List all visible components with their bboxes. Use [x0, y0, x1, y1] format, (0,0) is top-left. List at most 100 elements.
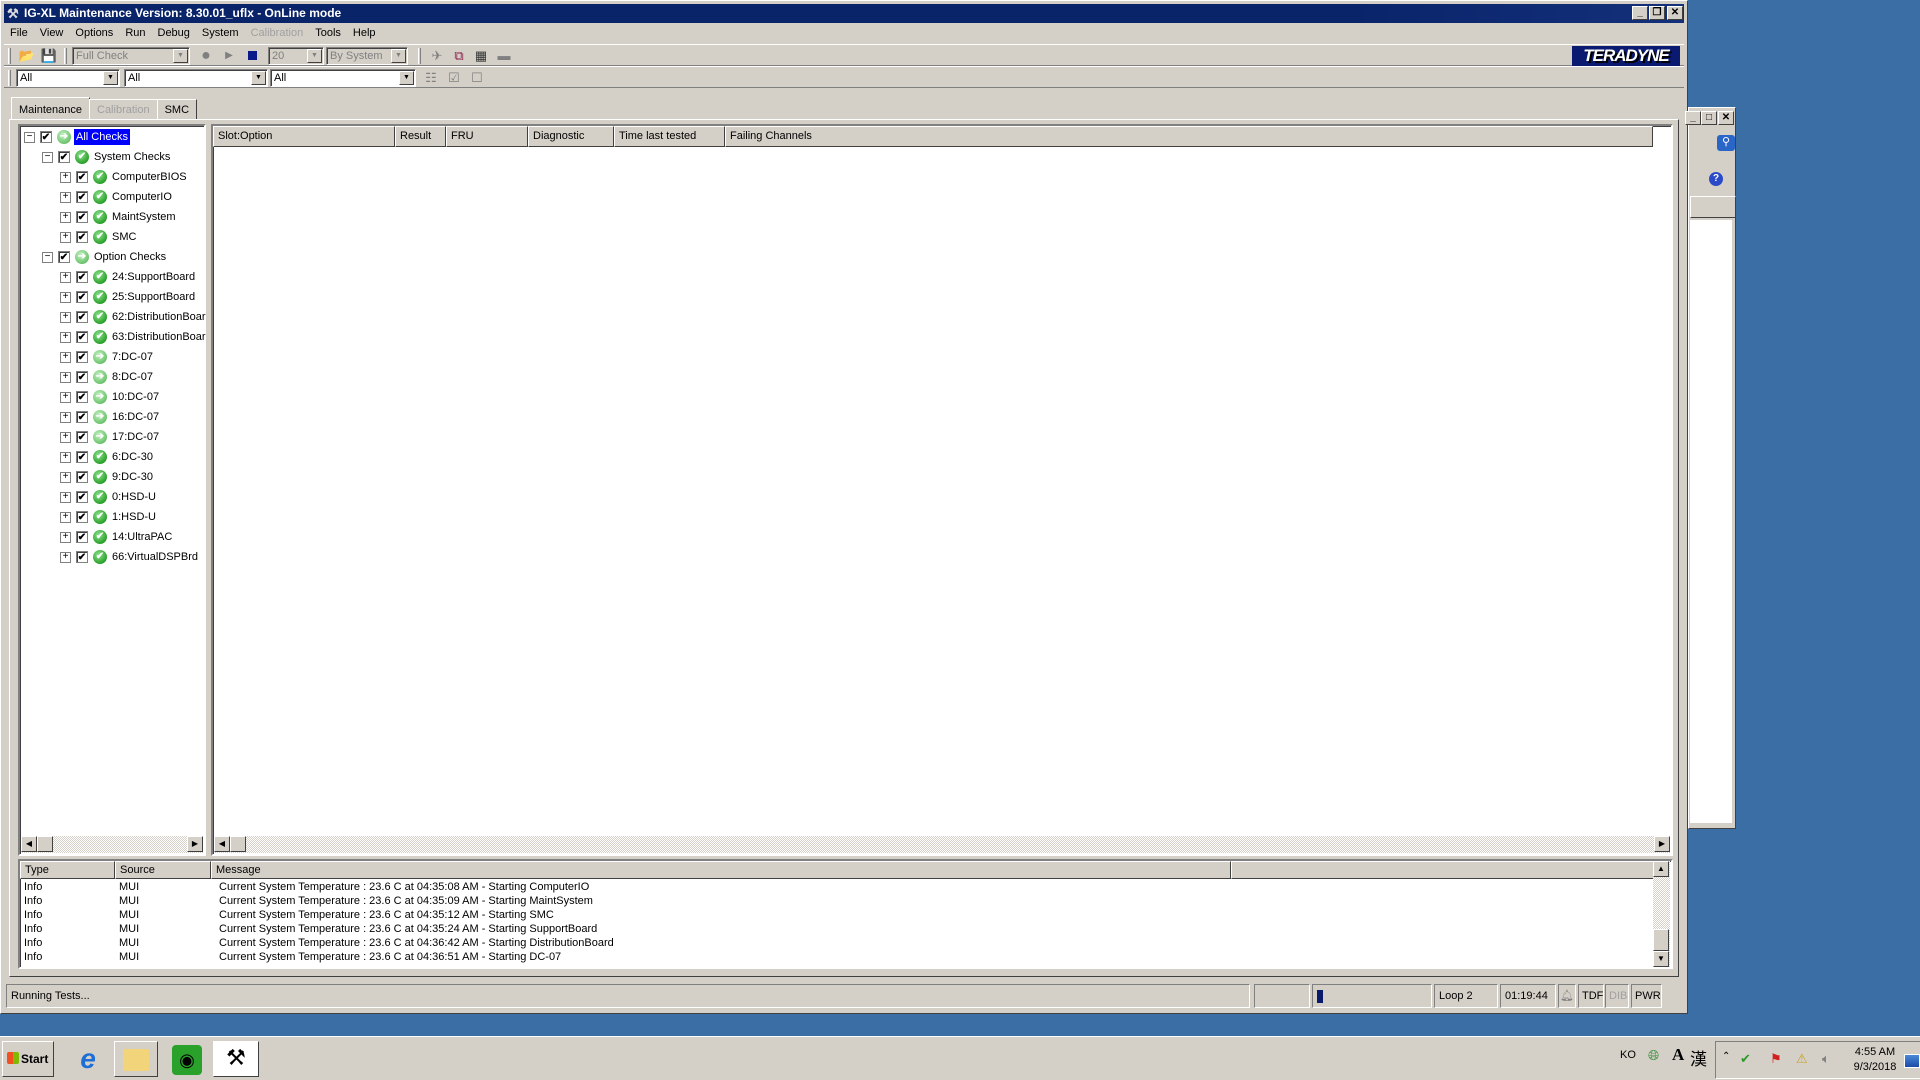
expand-icon[interactable]: +: [60, 452, 71, 463]
grid-column-header[interactable]: Failing Channels: [725, 126, 1653, 147]
collapse-icon[interactable]: −: [24, 132, 35, 143]
expand-icon[interactable]: +: [60, 272, 71, 283]
checkbox[interactable]: ✔: [76, 551, 88, 563]
tree-item-label[interactable]: 17:DC-07: [110, 429, 161, 445]
tree-item-label[interactable]: 7:DC-07: [110, 349, 155, 365]
scroll-up-button[interactable]: ▲: [1653, 861, 1669, 877]
log-header-type[interactable]: Type: [20, 861, 115, 879]
tree-item-label[interactable]: Option Checks: [92, 249, 168, 265]
igxl-taskbar-button[interactable]: ⚒: [213, 1041, 259, 1077]
menu-options[interactable]: Options: [69, 24, 119, 42]
tab-maintenance[interactable]: Maintenance: [11, 97, 90, 119]
scroll-thumb[interactable]: [230, 836, 246, 852]
checkbox[interactable]: ✔: [76, 431, 88, 443]
checkbox[interactable]: ✔: [76, 191, 88, 203]
filter-select-1[interactable]: All ▼: [16, 69, 120, 87]
open-folder-icon[interactable]: 📂: [18, 48, 36, 64]
checkbox[interactable]: ✔: [40, 131, 52, 143]
checkbox[interactable]: ✔: [76, 531, 88, 543]
checkbox[interactable]: ✔: [76, 291, 88, 303]
checkbox[interactable]: ✔: [76, 311, 88, 323]
expand-icon[interactable]: +: [60, 312, 71, 323]
close-button[interactable]: ✕: [1718, 111, 1734, 125]
tree-item-label[interactable]: All Checks: [74, 129, 130, 145]
tree-item-label[interactable]: System Checks: [92, 149, 172, 165]
tree-item-label[interactable]: 63:DistributionBoar: [110, 329, 208, 345]
tree-item-label[interactable]: ComputerIO: [110, 189, 174, 205]
clock[interactable]: 4:55 AM 9/3/2018: [1851, 1045, 1899, 1075]
scroll-right-button[interactable]: ▶: [187, 836, 203, 852]
grid-column-header[interactable]: Slot:Option: [213, 126, 395, 147]
menu-tools[interactable]: Tools: [309, 24, 347, 42]
action-center-icon[interactable]: ⚑: [1770, 1051, 1782, 1067]
log-vertical-scrollbar[interactable]: ▲ ▼: [1653, 861, 1670, 967]
expand-icon[interactable]: +: [60, 532, 71, 543]
menu-system[interactable]: System: [196, 24, 245, 42]
network-warning-icon[interactable]: ⚠: [1796, 1051, 1808, 1067]
results-grid[interactable]: Slot:Option Result FRU Diagnostic Time last …: [211, 124, 1673, 856]
file-explorer-button[interactable]: [114, 1041, 158, 1077]
windows-icon[interactable]: ⧉: [450, 48, 468, 64]
search-icon[interactable]: ⚲: [1717, 135, 1735, 151]
check-all-icon[interactable]: ☑: [445, 70, 463, 86]
menu-help[interactable]: Help: [347, 24, 382, 42]
expand-icon[interactable]: +: [60, 512, 71, 523]
expand-icon[interactable]: +: [60, 292, 71, 303]
tree-item-label[interactable]: 1:HSD-U: [110, 509, 158, 525]
tree-item-label[interactable]: ComputerBIOS: [110, 169, 189, 185]
checkbox[interactable]: ✔: [76, 371, 88, 383]
tree-item-label[interactable]: 24:SupportBoard: [110, 269, 197, 285]
filter-select-2[interactable]: All ▼: [124, 69, 268, 87]
eye-app-icon[interactable]: ◉: [172, 1045, 202, 1075]
expand-icon[interactable]: +: [60, 352, 71, 363]
tree-item-label[interactable]: SMC: [110, 229, 138, 245]
checks-tree[interactable]: − ✔ ➔ All Checks − ✔ ✔ System Checks + ✔ ✔ Computer…: [18, 124, 206, 856]
title-bar[interactable]: ⚒ IG-XL Maintenance Version: 8.30.01_ufl…: [4, 4, 1684, 23]
message-log[interactable]: Type Source Message Info MUI Current Syste…: [18, 859, 1673, 969]
show-hidden-icons[interactable]: ⌃: [1722, 1051, 1730, 1062]
tree-item-label[interactable]: 14:UltraPAC: [110, 529, 174, 545]
expand-icon[interactable]: +: [60, 552, 71, 563]
tree-item-label[interactable]: 66:VirtualDSPBrd: [110, 549, 200, 565]
checkbox[interactable]: ✔: [76, 351, 88, 363]
checkbox[interactable]: ✔: [76, 331, 88, 343]
start-button[interactable]: Start: [2, 1041, 54, 1077]
expand-icon[interactable]: +: [60, 432, 71, 443]
tree-item-label[interactable]: 16:DC-07: [110, 409, 161, 425]
checkbox[interactable]: ✔: [76, 491, 88, 503]
tree-horizontal-scrollbar[interactable]: ◀ ▶: [21, 836, 203, 853]
grid-horizontal-scrollbar[interactable]: ◀ ▶: [214, 836, 1670, 853]
minimize-button[interactable]: _: [1685, 111, 1701, 125]
tree-item-label[interactable]: 25:SupportBoard: [110, 289, 197, 305]
scroll-thumb[interactable]: [1653, 929, 1669, 951]
filter-select-3[interactable]: All ▼: [270, 69, 416, 87]
restore-button[interactable]: ❐: [1649, 6, 1665, 20]
menu-debug[interactable]: Debug: [152, 24, 196, 42]
tree-item-label[interactable]: 62:DistributionBoar: [110, 309, 208, 325]
scroll-left-button[interactable]: ◀: [214, 836, 230, 852]
scroll-left-button[interactable]: ◀: [21, 836, 37, 852]
checkbox[interactable]: ✔: [76, 271, 88, 283]
checkbox[interactable]: ✔: [76, 451, 88, 463]
expand-icon[interactable]: +: [60, 212, 71, 223]
grid-column-header[interactable]: Diagnostic: [528, 126, 614, 147]
comment-icon[interactable]: ▬: [495, 48, 513, 64]
checkbox[interactable]: ✔: [76, 511, 88, 523]
help-icon[interactable]: ?: [1709, 172, 1723, 186]
show-desktop-button[interactable]: [1904, 1054, 1920, 1068]
background-window[interactable]: _ □ ✕ ⚲ ?: [1685, 107, 1736, 829]
expand-icon[interactable]: +: [60, 372, 71, 383]
language-indicator[interactable]: KO: [1620, 1049, 1636, 1061]
collapse-icon[interactable]: −: [42, 152, 53, 163]
grid-column-header[interactable]: Time last tested: [614, 126, 725, 147]
scroll-down-button[interactable]: ▼: [1653, 951, 1669, 967]
checkbox[interactable]: ✔: [76, 171, 88, 183]
grid-column-header[interactable]: Result: [395, 126, 446, 147]
collapse-icon[interactable]: −: [42, 252, 53, 263]
globe-icon[interactable]: 🌐︎: [1648, 1047, 1659, 1064]
menu-file[interactable]: File: [4, 24, 34, 42]
hanja-indicator[interactable]: 漢: [1690, 1045, 1707, 1070]
grid-column-header[interactable]: FRU: [446, 126, 528, 147]
checkbox[interactable]: ✔: [58, 251, 70, 263]
tree-item-label[interactable]: 6:DC-30: [110, 449, 155, 465]
